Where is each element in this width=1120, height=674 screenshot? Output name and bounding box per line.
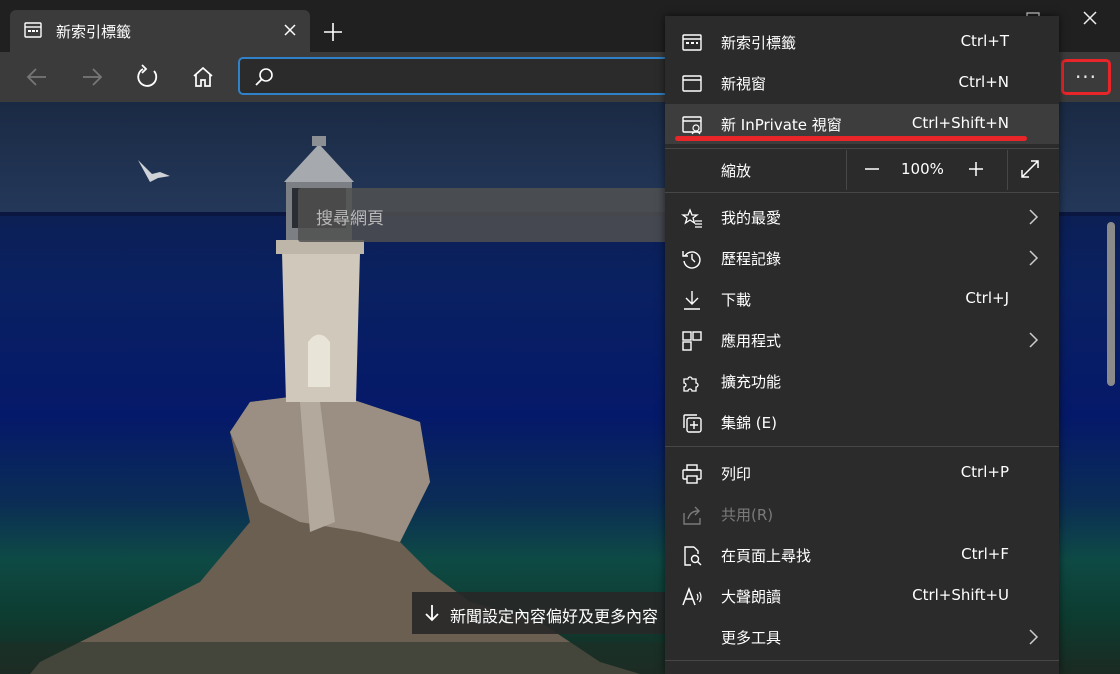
read-aloud-shortcut: Ctrl+Shift+U — [912, 586, 1009, 604]
download-icon — [681, 289, 703, 311]
read-aloud-label: 大聲朗讀 — [721, 588, 782, 606]
arrow-down-icon — [424, 604, 440, 622]
search-placeholder: 搜尋網頁 — [316, 209, 384, 229]
settings-and-more-button[interactable]: ··· — [1061, 59, 1111, 95]
menu-item-collections[interactable]: 集錦 (E) — [665, 402, 1059, 442]
find-label: 在頁面上尋找 — [721, 547, 812, 565]
menu-separator — [665, 446, 1059, 447]
zoom-divider — [1007, 150, 1008, 190]
chevron-right-icon — [1027, 209, 1039, 225]
window-close-icon[interactable] — [1082, 10, 1098, 26]
page-scrollbar[interactable] — [1107, 222, 1115, 386]
tab-close-icon[interactable] — [280, 20, 300, 40]
share-label: 共用(R) — [721, 506, 774, 524]
news-settings-bar[interactable]: 新聞設定內容偏好及更多內容 — [412, 592, 692, 634]
apps-label: 應用程式 — [721, 332, 782, 350]
zoom-out-icon[interactable] — [861, 158, 883, 180]
print-label: 列印 — [721, 465, 752, 483]
zoom-row: 縮放 100% — [665, 150, 1059, 190]
menu-item-read-aloud[interactable]: 大聲朗讀 Ctrl+Shift+U — [665, 576, 1059, 616]
zoom-value: 100% — [901, 160, 944, 178]
extensions-label: 擴充功能 — [721, 373, 782, 391]
new-tab-menu-icon — [681, 32, 703, 54]
tab-title: 新索引標籤 — [56, 23, 132, 41]
inprivate-label: 新 InPrivate 視窗 — [721, 116, 842, 134]
menu-item-share: 共用(R) — [665, 494, 1059, 534]
window-icon — [681, 73, 703, 95]
menu-separator — [665, 148, 1059, 149]
menu-item-favorites[interactable]: 我的最愛 — [665, 197, 1059, 237]
new-window-label: 新視窗 — [721, 75, 767, 93]
settings-menu: 新索引標籤 Ctrl+T 新視窗 Ctrl+N 新 InPrivate 視窗 C… — [665, 16, 1059, 674]
print-shortcut: Ctrl+P — [960, 463, 1009, 481]
refresh-icon[interactable] — [134, 64, 160, 90]
find-shortcut: Ctrl+F — [961, 545, 1009, 563]
more-icon: ··· — [1074, 65, 1098, 89]
menu-item-find-on-page[interactable]: 在頁面上尋找 Ctrl+F — [665, 535, 1059, 575]
find-on-page-icon — [681, 545, 703, 567]
forward-icon[interactable] — [79, 64, 105, 90]
menu-item-history[interactable]: 歷程記錄 — [665, 238, 1059, 278]
chevron-right-icon — [1027, 629, 1039, 645]
zoom-label: 縮放 — [721, 162, 752, 180]
menu-item-more-tools[interactable]: 更多工具 — [665, 617, 1059, 657]
address-bar[interactable] — [238, 57, 708, 95]
apps-icon — [681, 330, 703, 352]
downloads-shortcut: Ctrl+J — [965, 289, 1009, 307]
printer-icon — [681, 463, 703, 485]
page-search-box[interactable]: 搜尋網頁 — [298, 188, 718, 242]
share-icon — [681, 504, 703, 526]
menu-item-downloads[interactable]: 下載 Ctrl+J — [665, 279, 1059, 319]
history-icon — [681, 248, 703, 270]
annotation-underline — [675, 136, 1027, 141]
downloads-label: 下載 — [721, 291, 752, 309]
back-icon[interactable] — [24, 64, 50, 90]
news-settings-text: 新聞設定內容偏好及更多內容 — [450, 607, 659, 626]
new-window-shortcut: Ctrl+N — [958, 73, 1009, 91]
more-tools-label: 更多工具 — [721, 629, 782, 647]
menu-item-extensions[interactable]: 擴充功能 — [665, 361, 1059, 401]
inprivate-icon — [681, 114, 703, 136]
new-tab-icon[interactable] — [322, 21, 344, 43]
favorites-label: 我的最愛 — [721, 209, 782, 227]
search-icon — [254, 67, 274, 87]
chevron-right-icon — [1027, 332, 1039, 348]
menu-separator — [665, 660, 1059, 661]
new-tab-shortcut: Ctrl+T — [960, 32, 1009, 50]
zoom-in-icon[interactable] — [965, 158, 987, 180]
home-icon[interactable] — [190, 64, 216, 90]
menu-item-apps[interactable]: 應用程式 — [665, 320, 1059, 360]
menu-item-new-tab[interactable]: 新索引標籤 Ctrl+T — [665, 22, 1059, 62]
puzzle-icon — [681, 371, 703, 393]
menu-item-print[interactable]: 列印 Ctrl+P — [665, 453, 1059, 493]
collections-label: 集錦 (E) — [721, 414, 777, 432]
collections-icon — [681, 412, 703, 434]
new-tab-label: 新索引標籤 — [721, 34, 797, 52]
menu-item-new-window[interactable]: 新視窗 Ctrl+N — [665, 63, 1059, 103]
menu-separator — [665, 192, 1059, 193]
history-label: 歷程記錄 — [721, 250, 782, 268]
read-aloud-icon — [681, 586, 703, 608]
inprivate-shortcut: Ctrl+Shift+N — [911, 114, 1009, 132]
star-icon — [681, 207, 703, 229]
tab-new-tab[interactable]: 新索引標籤 — [10, 10, 310, 52]
fullscreen-icon[interactable] — [1019, 158, 1041, 180]
tab-page-icon — [24, 22, 42, 38]
zoom-divider — [846, 150, 847, 190]
chevron-right-icon — [1027, 250, 1039, 266]
